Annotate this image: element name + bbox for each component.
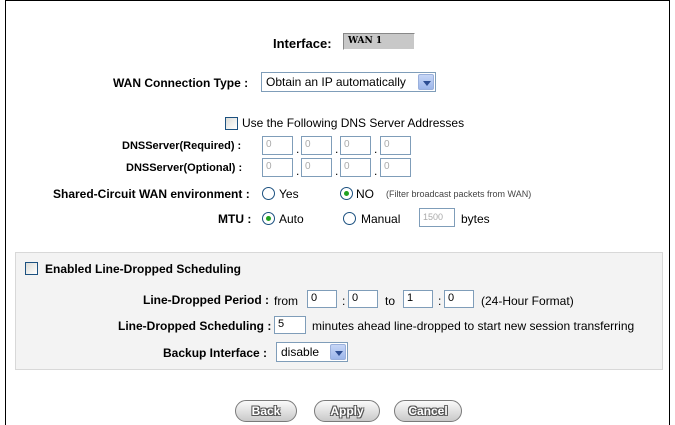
mtu-input[interactable]: 1500 — [419, 208, 455, 227]
to-hour-input[interactable]: 1 — [403, 290, 433, 308]
backup-interface-select[interactable]: disable — [276, 342, 348, 362]
scheduling-label: Line-Dropped Scheduling : — [118, 319, 272, 333]
to-minute-input[interactable]: 0 — [444, 290, 474, 308]
chevron-down-icon[interactable] — [418, 74, 434, 90]
dns-required-octet-2[interactable]: 0 — [301, 136, 332, 155]
enable-scheduling-label: Enabled Line-Dropped Scheduling — [45, 262, 242, 276]
shared-circuit-label: Shared-Circuit WAN environment : — [53, 187, 250, 201]
mtu-manual-radio[interactable] — [343, 212, 356, 225]
minutes-ahead-input[interactable]: 5 — [274, 316, 306, 334]
cancel-button[interactable]: Cancel — [394, 400, 462, 422]
dns-optional-octet-1[interactable]: 0 — [262, 158, 293, 177]
use-dns-checkbox[interactable] — [225, 117, 238, 130]
backup-interface-label: Backup Interface : — [163, 346, 268, 360]
dns-required-label: DNSServer(Required) : — [122, 140, 242, 152]
dns-required-octet-3[interactable]: 0 — [340, 136, 371, 155]
mtu-unit: bytes — [461, 212, 490, 226]
period-label: Line-Dropped Period : — [143, 293, 269, 307]
shared-yes-label: Yes — [279, 187, 299, 201]
shared-no-radio[interactable] — [340, 187, 353, 200]
time-format-note: (24-Hour Format) — [481, 294, 574, 308]
chevron-down-icon[interactable] — [330, 344, 346, 360]
dns-required-octet-4[interactable]: 0 — [380, 136, 411, 155]
from-minute-input[interactable]: 0 — [348, 290, 378, 308]
wan-type-value: Obtain an IP automatically — [266, 75, 406, 89]
period-from-text: from — [274, 294, 298, 308]
dns-optional-label: DNSServer(Optional) : — [126, 162, 243, 174]
dns-required-octet-1[interactable]: 0 — [262, 136, 293, 155]
period-to-text: to — [385, 294, 396, 308]
mtu-manual-label: Manual — [361, 212, 401, 226]
use-dns-label: Use the Following DNS Server Addresses — [242, 116, 465, 130]
shared-note: (Filter broadcast packets from WAN) — [386, 189, 532, 199]
dns-optional-octet-3[interactable]: 0 — [340, 158, 371, 177]
mtu-label: MTU : — [218, 212, 252, 226]
enable-scheduling-checkbox[interactable] — [25, 262, 38, 275]
mtu-auto-label: Auto — [279, 212, 304, 226]
wan-type-label: WAN Connection Type : — [113, 76, 249, 90]
apply-button[interactable]: Apply — [314, 400, 380, 422]
dns-optional-octet-4[interactable]: 0 — [380, 158, 411, 177]
interface-value: WAN 1 — [343, 33, 415, 50]
minutes-ahead-note: minutes ahead line-dropped to start new … — [312, 319, 635, 333]
backup-interface-value: disable — [281, 345, 320, 359]
shared-yes-radio[interactable] — [262, 187, 275, 200]
from-hour-input[interactable]: 0 — [307, 290, 337, 308]
shared-no-label: NO — [356, 187, 374, 201]
dns-optional-octet-2[interactable]: 0 — [301, 158, 332, 177]
back-button[interactable]: Back — [235, 400, 297, 422]
wan-type-select[interactable]: Obtain an IP automatically — [261, 72, 436, 92]
interface-label: Interface: — [273, 36, 332, 51]
mtu-auto-radio[interactable] — [262, 212, 275, 225]
